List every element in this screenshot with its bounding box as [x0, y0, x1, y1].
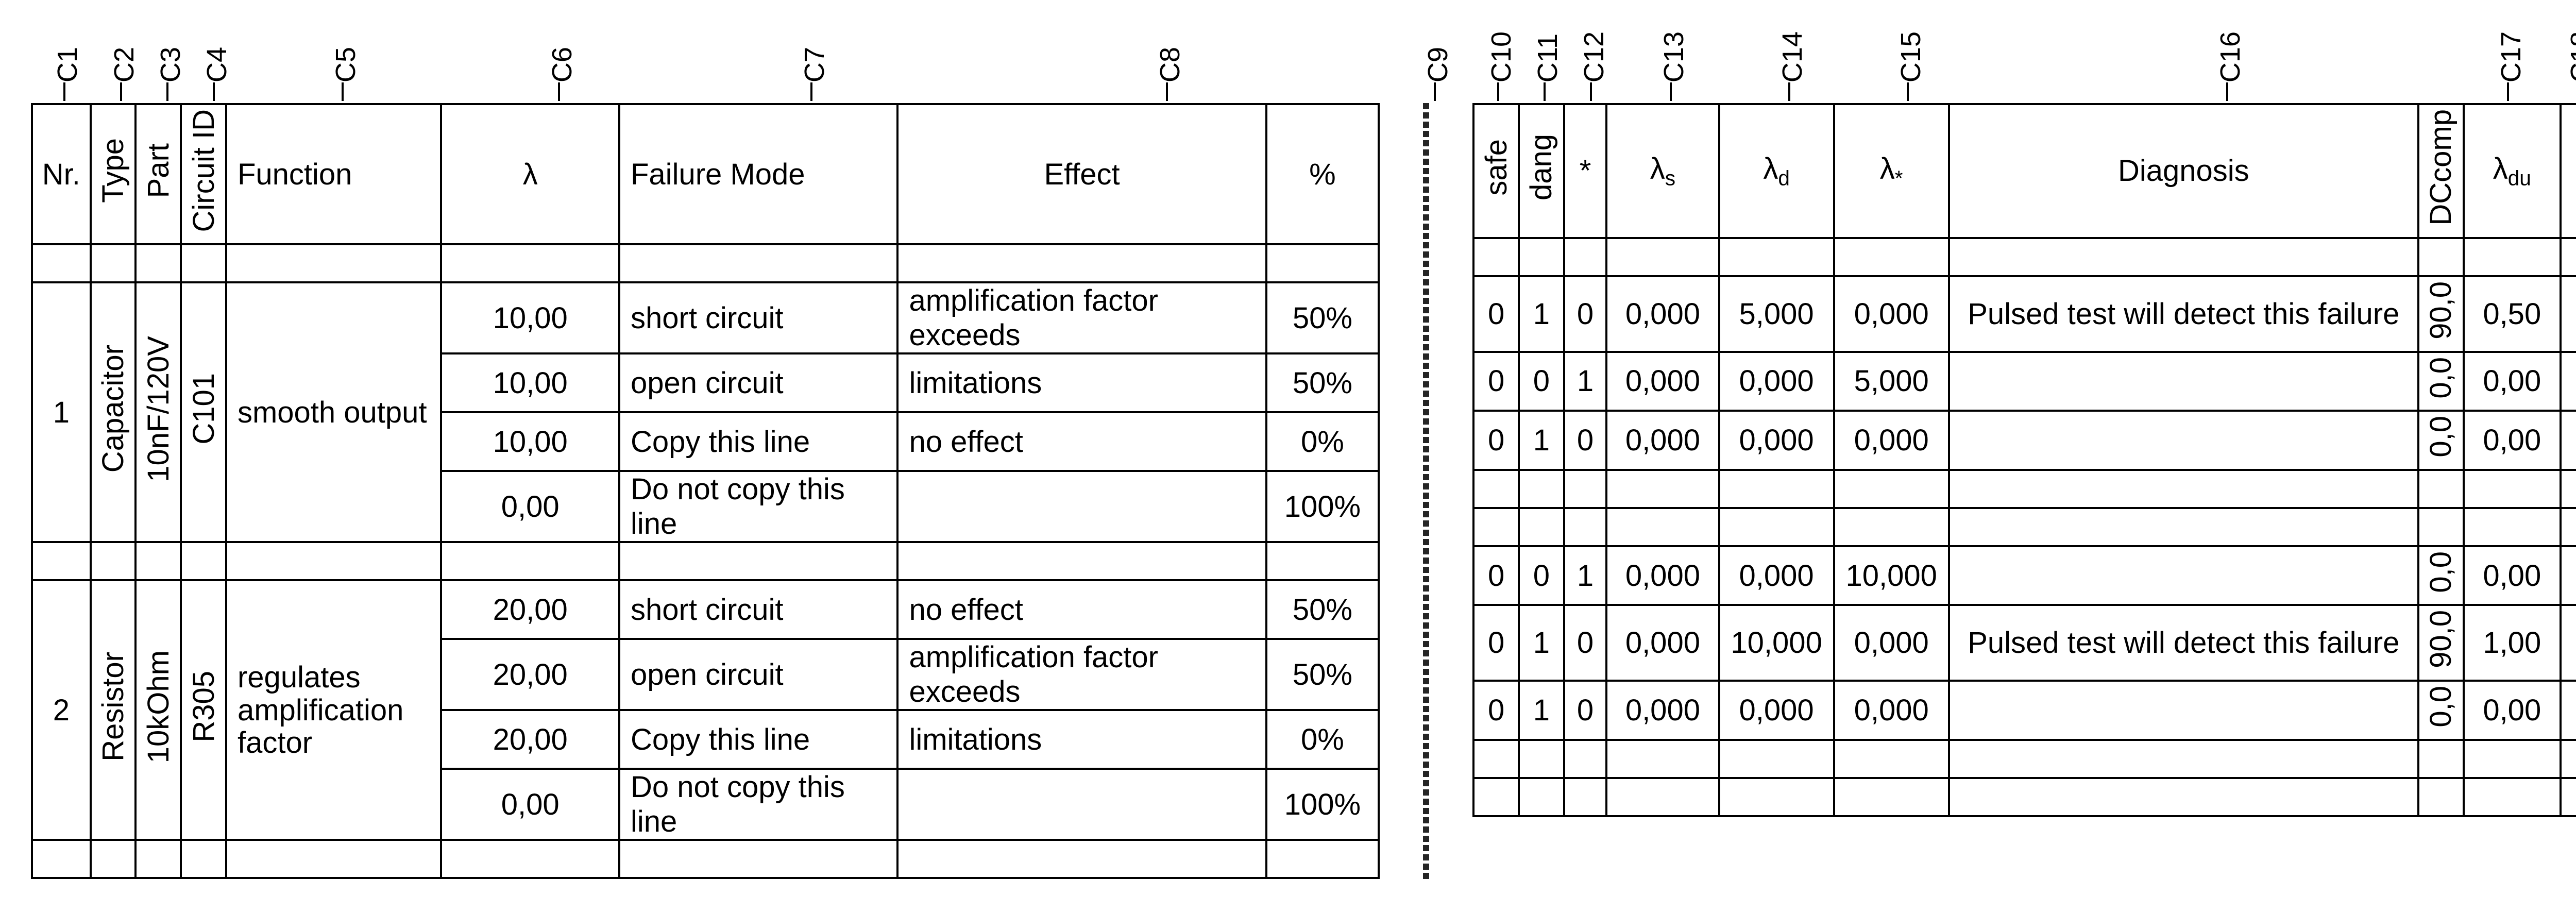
- table-row: 0 1 0 0,000 5,000 0,000 Pulsed test will…: [1473, 276, 2576, 352]
- fmea-table-left: Nr. Type Part Circuit ID Function λ Fail…: [31, 103, 1380, 879]
- left-table-container: C1 C2 C3 C4 C5 C6 C7 C8 C9 Nr. Type Part…: [31, 31, 1380, 879]
- hdr-circuit: Circuit ID: [181, 104, 226, 244]
- hdr-failure-mode: Failure Mode: [619, 104, 897, 244]
- col-tag-c9: C9: [1422, 47, 1454, 82]
- cell-effect: amplification factor exceeds: [897, 282, 1266, 353]
- col-tag-c18: C18: [2565, 31, 2576, 82]
- cell-nr: 1: [32, 282, 91, 542]
- left-column-tags: C1 C2 C3 C4 C5 C6 C7 C8 C9: [31, 31, 1380, 103]
- col-tag-c7: C7: [799, 47, 831, 82]
- table-row: 2 Resistor 10kOhm R305 regulates amplifi…: [32, 580, 1379, 639]
- col-tag-c8: C8: [1154, 47, 1186, 82]
- col-tag-c6: C6: [546, 47, 578, 82]
- cell-type: Resistor: [91, 580, 136, 840]
- col-tag-c4: C4: [201, 47, 233, 82]
- table-break-line: [1426, 103, 1429, 879]
- col-tag-c16: C16: [2214, 31, 2246, 82]
- table-row: 1 Capacitor 10nF/120V C101 smooth output…: [32, 282, 1379, 353]
- table-row: 0 1 0 0,000 0,000 0,000 0,0 0,00 0,00: [1473, 681, 2576, 740]
- cell-fmode: short circuit: [619, 282, 897, 353]
- hdr-percent: %: [1266, 104, 1379, 244]
- hdr-diagnosis: Diagnosis: [1949, 104, 2418, 238]
- table-row: 0 0 1 0,000 0,000 5,000 0,0 0,00 0,00: [1473, 352, 2576, 411]
- table-row: 0 0 1 0,000 0,000 10,000 0,0 0,00 0,00: [1473, 546, 2576, 605]
- col-tag-c17: C17: [2495, 31, 2527, 82]
- table-row: 0 1 0 0,000 10,000 0,000 Pulsed test wil…: [1473, 605, 2576, 681]
- hdr-function: Function: [226, 104, 442, 244]
- col-tag-c5: C5: [330, 47, 362, 82]
- hdr-nr: Nr.: [32, 104, 91, 244]
- hdr-type: Type: [91, 104, 136, 244]
- cell-part: 10nF/120V: [135, 282, 181, 542]
- hdr-lambda-s: λs: [1606, 104, 1719, 238]
- cell-circuit: R305: [181, 580, 226, 840]
- hdr-effect: Effect: [897, 104, 1266, 244]
- hdr-safe: safe: [1473, 104, 1519, 238]
- hdr-lambda: λ: [441, 104, 619, 244]
- hdr-star: *: [1564, 104, 1606, 238]
- hdr-part: Part: [135, 104, 181, 244]
- cell-function: smooth output: [226, 282, 442, 542]
- hdr-dang: dang: [1519, 104, 1564, 238]
- cell-circuit: C101: [181, 282, 226, 542]
- col-tag-c11: C11: [1532, 33, 1564, 82]
- col-tag-c12: C12: [1578, 31, 1610, 82]
- col-tag-c1: C1: [52, 47, 83, 82]
- cell-type: Capacitor: [91, 282, 136, 542]
- hdr-dccomp: DCcomp: [2418, 104, 2464, 238]
- col-tag-c3: C3: [155, 47, 187, 82]
- table-row: 0 1 0 0,000 0,000 0,000 0,0 0,00 0,00: [1473, 411, 2576, 470]
- col-tag-c15: C15: [1895, 31, 1927, 82]
- cell-part: 10kOhm: [135, 580, 181, 840]
- hdr-lambda-du: λdu: [2464, 104, 2561, 238]
- cell-pct: 50%: [1266, 282, 1379, 353]
- hdr-lambda-d: λd: [1719, 104, 1834, 238]
- col-tag-c10: C10: [1485, 31, 1517, 82]
- cell-function: regulates amplification factor: [226, 580, 442, 840]
- cell-lambda: 10,00: [441, 282, 619, 353]
- col-tag-c14: C14: [1776, 31, 1808, 82]
- cell-nr: 2: [32, 580, 91, 840]
- hdr-lambda-dd: λdd: [2561, 104, 2576, 238]
- fmea-table-right: safe dang * λs λd λ* Diagnosis DCcomp λd…: [1472, 103, 2576, 817]
- right-table-container: C10 C11 C12 C13 C14 C15 C16 C17 C18 C19 …: [1472, 31, 2576, 879]
- hdr-lambda-star: λ*: [1834, 104, 1949, 238]
- col-tag-c13: C13: [1658, 31, 1690, 82]
- col-tag-c2: C2: [108, 47, 140, 82]
- right-column-tags: C10 C11 C12 C13 C14 C15 C16 C17 C18 C19: [1472, 31, 2576, 103]
